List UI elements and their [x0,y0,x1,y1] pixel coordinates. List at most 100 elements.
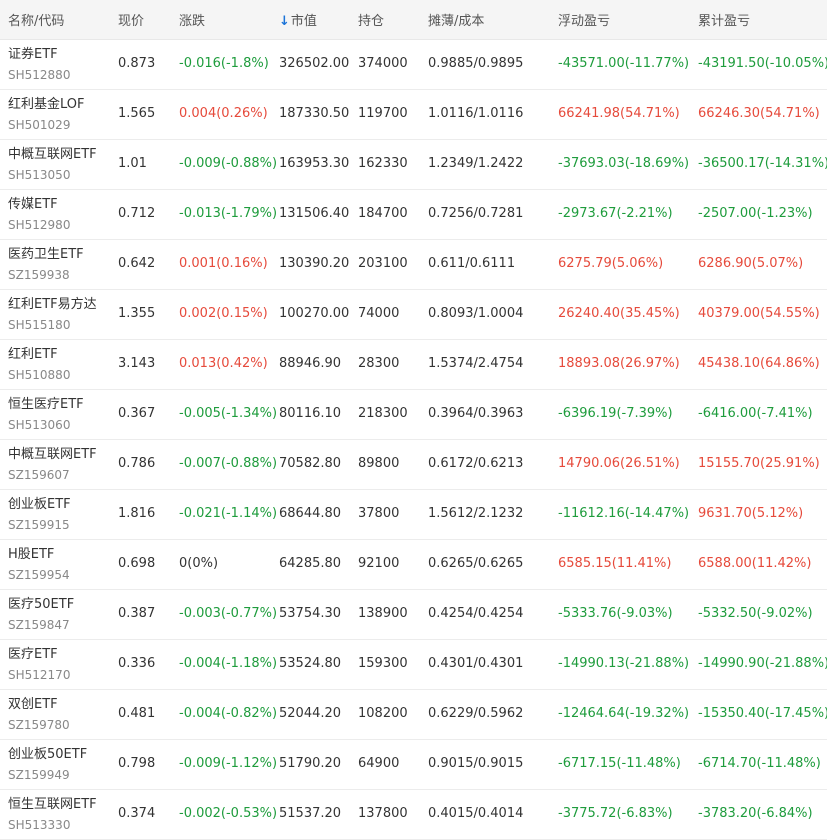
total-pl-value: 66246.30(54.71%) [698,106,820,121]
fund-name-code[interactable]: 中概互联网ETF SZ159607 [8,446,97,484]
fund-code: SZ159949 [8,768,70,782]
fund-name-code[interactable]: 中概互联网ETF SH513050 [8,146,97,184]
cost-value: 0.6265/0.6265 [428,556,524,571]
cost-value: 0.3964/0.3963 [428,406,524,421]
fund-code: SH512170 [8,668,71,682]
table-row[interactable]: 医疗ETF SH512170 0.336 -0.004(-1.18%) 53524.80… [0,640,827,690]
table-row[interactable]: 传媒ETF SH512980 0.712 -0.013(-1.79%) 131506.4… [0,190,827,240]
price-value: 0.481 [118,706,156,721]
change-value: -0.009(-1.12%) [179,756,278,771]
table-row[interactable]: 恒生医疗ETF SH513060 0.367 -0.005(-1.34%) 80116.… [0,390,827,440]
cost-value: 0.9015/0.9015 [428,756,524,771]
cost-value: 0.8093/1.0004 [428,306,524,321]
fund-name-code[interactable]: H股ETF SZ159954 [8,546,70,584]
table-row[interactable]: 医疗50ETF SZ159847 0.387 -0.003(-0.77%) 53754.… [0,590,827,640]
column-header-cost[interactable]: 摊薄/成本 [428,10,484,29]
float-pl-value: -14990.13(-21.88%) [558,656,690,671]
cost-value: 0.9885/0.9895 [428,56,524,71]
fund-name: 医疗50ETF [8,597,75,612]
total-pl-value: -5332.50(-9.02%) [698,606,813,621]
column-header-price[interactable]: 现价 [118,10,144,29]
holding-value: 119700 [358,106,408,121]
column-header-total-pl[interactable]: 累计盈亏 [698,10,750,29]
float-pl-value: -43571.00(-11.77%) [558,56,690,71]
holding-value: 203100 [358,256,408,271]
fund-name-code[interactable]: 医疗50ETF SZ159847 [8,596,74,634]
table-row[interactable]: 红利ETF易方达 SH515180 1.355 0.002(0.15%) 100270.… [0,290,827,340]
market-value: 64285.80 [279,556,342,571]
fund-code: SH501029 [8,118,71,132]
holding-value: 374000 [358,56,408,71]
table-row[interactable]: 创业板ETF SZ159915 1.816 -0.021(-1.14%) 68644.8… [0,490,827,540]
column-header-float-pl[interactable]: 浮动盈亏 [558,10,610,29]
fund-name: 传媒ETF [8,197,58,212]
fund-name-code[interactable]: 创业板ETF SZ159915 [8,496,71,534]
price-value: 3.143 [118,356,156,371]
cost-value: 0.4254/0.4254 [428,606,524,621]
holding-value: 28300 [358,356,400,371]
fund-name-code[interactable]: 红利基金LOF SH501029 [8,96,85,134]
fund-name-code[interactable]: 创业板50ETF SZ159949 [8,746,87,784]
float-pl-value: 66241.98(54.71%) [558,106,680,121]
float-pl-value: -6396.19(-7.39%) [558,406,673,421]
fund-code: SH513050 [8,168,71,182]
table-row[interactable]: 医药卫生ETF SZ159938 0.642 0.001(0.16%) 130390.2… [0,240,827,290]
fund-name-code[interactable]: 双创ETF SZ159780 [8,696,70,734]
price-value: 0.786 [118,456,156,471]
fund-name-code[interactable]: 医药卫生ETF SZ159938 [8,246,84,284]
float-pl-value: -5333.76(-9.03%) [558,606,673,621]
fund-name-code[interactable]: 红利ETF易方达 SH515180 [8,296,97,334]
float-pl-value: 6275.79(5.06%) [558,256,664,271]
fund-name-code[interactable]: 医疗ETF SH512170 [8,646,70,684]
table-row[interactable]: 红利基金LOF SH501029 1.565 0.004(0.26%) 187330.5… [0,90,827,140]
total-pl-value: -15350.40(-17.45%) [698,706,827,721]
change-value: -0.007(-0.88%) [179,456,278,471]
table-row[interactable]: 恒生互联网ETF SH513330 0.374 -0.002(-0.53%) 51537… [0,790,827,840]
column-header-change[interactable]: 涨跌 [179,10,205,29]
price-value: 0.642 [118,256,156,271]
float-pl-value: 6585.15(11.41%) [558,556,672,571]
fund-name-code[interactable]: 红利ETF SH510880 [8,346,70,384]
fund-code: SZ159938 [8,268,70,282]
holding-value: 92100 [358,556,400,571]
change-value: -0.002(-0.53%) [179,806,278,821]
float-pl-value: -2973.67(-2.21%) [558,206,673,221]
column-header-market-value[interactable]: ↓市值 [279,10,317,29]
table-row[interactable]: 证券ETF SH512880 0.873 -0.016(-1.8%) 326502.00… [0,40,827,90]
table-row[interactable]: 双创ETF SZ159780 0.481 -0.004(-0.82%) 52044.20… [0,690,827,740]
float-pl-value: 18893.08(26.97%) [558,356,680,371]
table-row[interactable]: 创业板50ETF SZ159949 0.798 -0.009(-1.12%) 51790… [0,740,827,790]
fund-name-code[interactable]: 传媒ETF SH512980 [8,196,70,234]
column-header-name-code[interactable]: 名称/代码 [8,10,64,29]
total-pl-value: -2507.00(-1.23%) [698,206,813,221]
change-value: 0.001(0.16%) [179,256,268,271]
holding-value: 159300 [358,656,408,671]
cost-value: 0.4015/0.4014 [428,806,524,821]
fund-code: SH512980 [8,218,71,232]
table-row[interactable]: H股ETF SZ159954 0.698 0(0%) 64285.80 92100 0.62… [0,540,827,590]
market-value: 53754.30 [279,606,342,621]
total-pl-value: 15155.70(25.91%) [698,456,820,471]
table-row[interactable]: 中概互联网ETF SZ159607 0.786 -0.007(-0.88%) 70582… [0,440,827,490]
table-row[interactable]: 红利ETF SH510880 3.143 0.013(0.42%) 88946.90 28… [0,340,827,390]
fund-name: H股ETF [8,547,55,562]
holding-value: 37800 [358,506,400,521]
price-value: 0.336 [118,656,156,671]
market-value: 70582.80 [279,456,342,471]
price-value: 1.355 [118,306,156,321]
table-row[interactable]: 中概互联网ETF SH513050 1.01 -0.009(-0.88%) 163953… [0,140,827,190]
change-value: 0.013(0.42%) [179,356,268,371]
holding-value: 89800 [358,456,400,471]
float-pl-value: -6717.15(-11.48%) [558,756,681,771]
fund-name-code[interactable]: 证券ETF SH512880 [8,46,70,84]
cost-value: 0.611/0.6111 [428,256,516,271]
column-header-holding[interactable]: 持仓 [358,10,384,29]
fund-name-code[interactable]: 恒生互联网ETF SH513330 [8,796,97,834]
change-value: 0.002(0.15%) [179,306,268,321]
holding-value: 64900 [358,756,400,771]
total-pl-value: 40379.00(54.55%) [698,306,820,321]
fund-name: 红利基金LOF [8,97,85,112]
change-value: 0.004(0.26%) [179,106,268,121]
change-value: -0.004(-1.18%) [179,656,278,671]
fund-name-code[interactable]: 恒生医疗ETF SH513060 [8,396,84,434]
